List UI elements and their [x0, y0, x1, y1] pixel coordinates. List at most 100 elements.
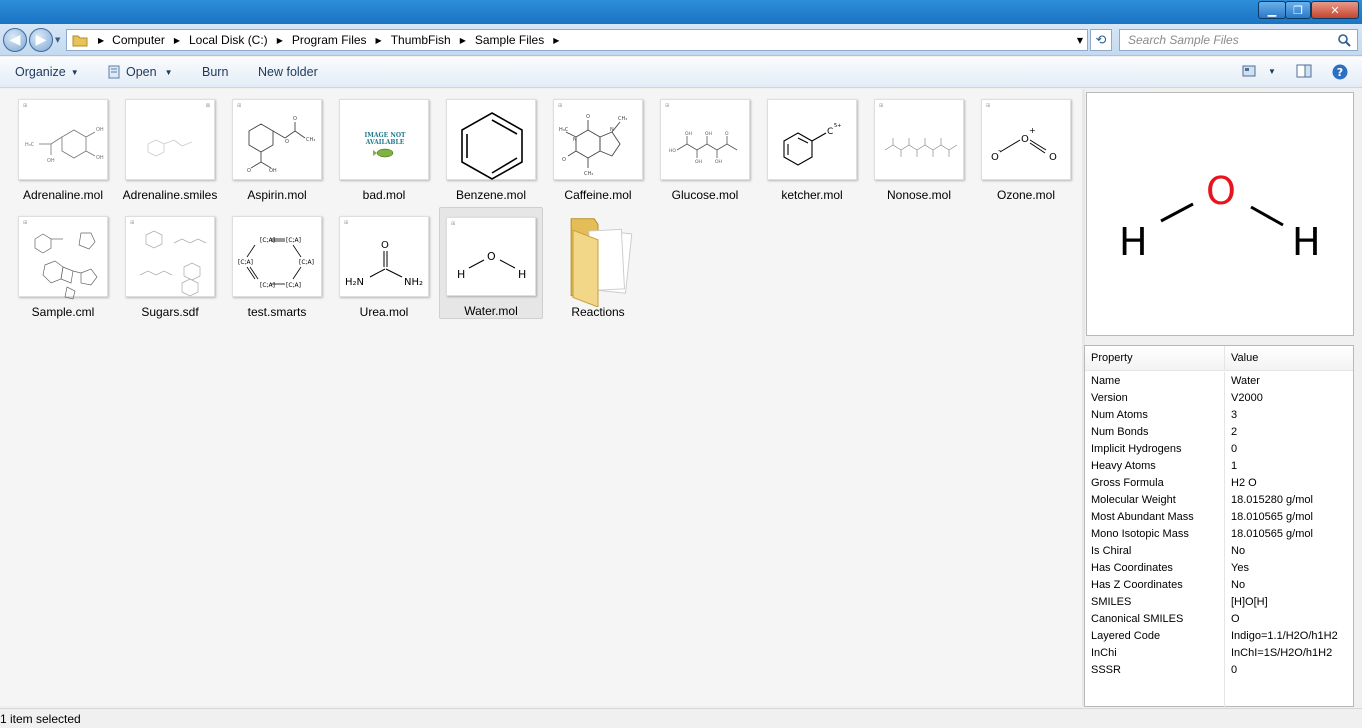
property-name: SSSR — [1085, 661, 1225, 678]
property-name: Canonical SMILES — [1085, 610, 1225, 627]
refresh-icon: ⟲ — [1095, 32, 1107, 48]
file-item-selected[interactable]: ⊞ HOH Water.mol — [439, 207, 543, 319]
address-history-dropdown-icon[interactable]: ▼ — [1077, 36, 1083, 45]
property-row[interactable]: Layered Code Indigo=1.1/H2O/h1H2 — [1085, 627, 1353, 644]
svg-text:[C;A]: [C;A] — [286, 237, 301, 244]
property-row[interactable]: Implicit Hydrogens 0 — [1085, 440, 1353, 457]
property-row[interactable]: Most Abundant Mass 18.010565 g/mol — [1085, 508, 1353, 525]
file-item[interactable]: ⊠ Adrenaline.smiles — [118, 90, 222, 202]
svg-text:H: H — [1119, 220, 1148, 264]
file-item[interactable]: ⊞ Nonose.mol — [867, 90, 971, 202]
property-row[interactable]: Num Atoms 3 — [1085, 406, 1353, 423]
property-row[interactable]: Has Coordinates Yes — [1085, 559, 1353, 576]
property-row[interactable]: Is Chiral No — [1085, 542, 1353, 559]
property-value: No — [1231, 544, 1246, 557]
file-item[interactable]: ⊞ O O CH₃ O OH Aspirin.mol — [225, 90, 329, 202]
svg-text:O: O — [586, 114, 590, 120]
file-name: Ozone.mol — [996, 188, 1056, 202]
file-item[interactable]: IMAGE NOT AVAILABLE bad.mol — [332, 90, 436, 202]
file-item[interactable]: C 5+ ketcher.mol — [760, 90, 864, 202]
file-name: Sample.cml — [31, 305, 95, 319]
property-value: O — [1231, 612, 1240, 625]
molecule-thumbnail: ⊠ — [125, 99, 215, 180]
file-item[interactable]: ⊞ O H₃C O CH₃ CH₃ N N Caffeine.mol — [546, 90, 650, 202]
column-header-property[interactable]: Property — [1085, 346, 1225, 370]
svg-text:H₃C: H₃C — [559, 127, 569, 133]
status-text: 1 item selected — [0, 711, 81, 726]
forward-button[interactable]: ▶ — [29, 28, 53, 52]
breadcrumb-item[interactable]: Program Files ▶ — [292, 33, 391, 47]
file-name: Sugars.sdf — [141, 305, 199, 319]
svg-text:C: C — [827, 127, 833, 137]
property-value: 1 — [1231, 459, 1238, 472]
svg-text:5+: 5+ — [834, 123, 841, 129]
property-name: Name — [1085, 372, 1225, 389]
property-name: SMILES — [1085, 593, 1225, 610]
back-button[interactable]: ◀ — [3, 28, 27, 52]
property-row[interactable]: Molecular Weight 18.015280 g/mol — [1085, 491, 1353, 508]
search-icon[interactable] — [1337, 33, 1351, 47]
file-item[interactable]: ⊞ OH OH OH OH O HO Glucose.mol — [653, 90, 757, 202]
refresh-button[interactable]: ⟲ — [1090, 29, 1112, 51]
open-button[interactable]: Open ▼ — [107, 65, 173, 79]
file-item[interactable]: ⊞ OH OH H₃C OH Adrenaline.mol — [11, 90, 115, 202]
file-item[interactable]: [C;A] [C;A] [C;A] [C;A] [C;A] [C;A] test.smar… — [225, 207, 329, 319]
maximize-button[interactable]: ❐ — [1285, 1, 1311, 19]
file-item[interactable]: Benzene.mol — [439, 90, 543, 202]
svg-text:OH: OH — [96, 155, 104, 161]
breadcrumb-item[interactable]: Sample Files ▶ — [475, 33, 569, 47]
property-row[interactable]: Has Z Coordinates No — [1085, 576, 1353, 593]
file-name: Glucose.mol — [671, 188, 739, 202]
column-header-value[interactable]: Value — [1225, 346, 1258, 370]
organize-button[interactable]: Organize ▼ — [15, 65, 79, 79]
property-row[interactable]: Mono Isotopic Mass 18.010565 g/mol — [1085, 525, 1353, 542]
property-row[interactable]: Num Bonds 2 — [1085, 423, 1353, 440]
svg-text:OH: OH — [96, 127, 104, 133]
property-row[interactable]: SSSR 0 — [1085, 661, 1353, 678]
file-item[interactable]: ⊞ O H₂N NH₂ Urea.mol — [332, 207, 436, 319]
molecule-thumbnail: ⊞ — [874, 99, 964, 180]
property-row[interactable]: Version V2000 — [1085, 389, 1353, 406]
svg-text:H₃C: H₃C — [25, 142, 35, 148]
file-name: ketcher.mol — [781, 188, 843, 202]
molecule-thumbnail: ⊞ OH OH OH OH O HO — [660, 99, 750, 180]
molecule-thumbnail: ⊞ — [18, 216, 108, 300]
property-row[interactable]: Name Water — [1085, 372, 1353, 389]
property-name: Version — [1085, 389, 1225, 406]
property-name: Is Chiral — [1085, 542, 1225, 559]
dropdown-arrow-icon: ▼ — [70, 67, 79, 77]
property-row[interactable]: Canonical SMILES O — [1085, 610, 1353, 627]
breadcrumb-item[interactable]: ThumbFish ▶ — [391, 33, 475, 47]
close-button[interactable]: ✕ — [1311, 1, 1359, 19]
breadcrumb-item[interactable]: Computer ▶ — [112, 33, 189, 47]
svg-text:N: N — [610, 127, 614, 133]
property-row[interactable]: Heavy Atoms 1 — [1085, 457, 1353, 474]
file-item[interactable]: ⊞ O O O - + Ozone.mol — [974, 90, 1078, 202]
property-name: Layered Code — [1085, 627, 1225, 644]
property-row[interactable]: InChi InChI=1S/H2O/h1H2 — [1085, 644, 1353, 661]
property-row[interactable]: SMILES [H]O[H] — [1085, 593, 1353, 610]
burn-button[interactable]: Burn — [202, 65, 228, 79]
search-input[interactable]: Search Sample Files — [1119, 29, 1358, 51]
image-not-available-thumbnail: IMAGE NOT AVAILABLE — [339, 99, 429, 180]
svg-text:OH: OH — [705, 131, 712, 137]
file-item[interactable]: ⊞ Sugars.sdf — [118, 207, 222, 319]
file-name: bad.mol — [362, 188, 406, 202]
folder-item[interactable]: Reactions — [546, 207, 650, 319]
svg-text:?: ? — [1337, 66, 1343, 79]
preview-pane-button[interactable] — [1296, 64, 1312, 78]
new-folder-button[interactable]: New folder — [258, 65, 318, 79]
property-row[interactable]: Gross Formula H2 O — [1085, 474, 1353, 491]
minimize-button[interactable]: ▁ — [1258, 1, 1286, 19]
change-view-button[interactable]: ▼ — [1242, 64, 1276, 78]
file-name: Adrenaline.smiles — [122, 188, 218, 202]
file-item[interactable]: ⊞ Sample.cml — [11, 207, 115, 319]
folder-name: Reactions — [571, 305, 625, 319]
help-button[interactable]: ? — [1332, 64, 1348, 80]
file-list-area[interactable]: ⊞ OH OH H₃C OH Adrenaline.mol ⊠ Adrenaline.… — [0, 89, 1082, 706]
breadcrumb-item[interactable]: Local Disk (C:) ▶ — [189, 33, 292, 47]
recent-pages-dropdown[interactable]: ▼ — [55, 36, 60, 44]
svg-text:O: O — [1206, 169, 1236, 213]
address-bar[interactable]: ▶ Computer ▶ Local Disk (C:) ▶ Program Fil… — [66, 29, 1088, 51]
property-value: [H]O[H] — [1231, 595, 1268, 608]
